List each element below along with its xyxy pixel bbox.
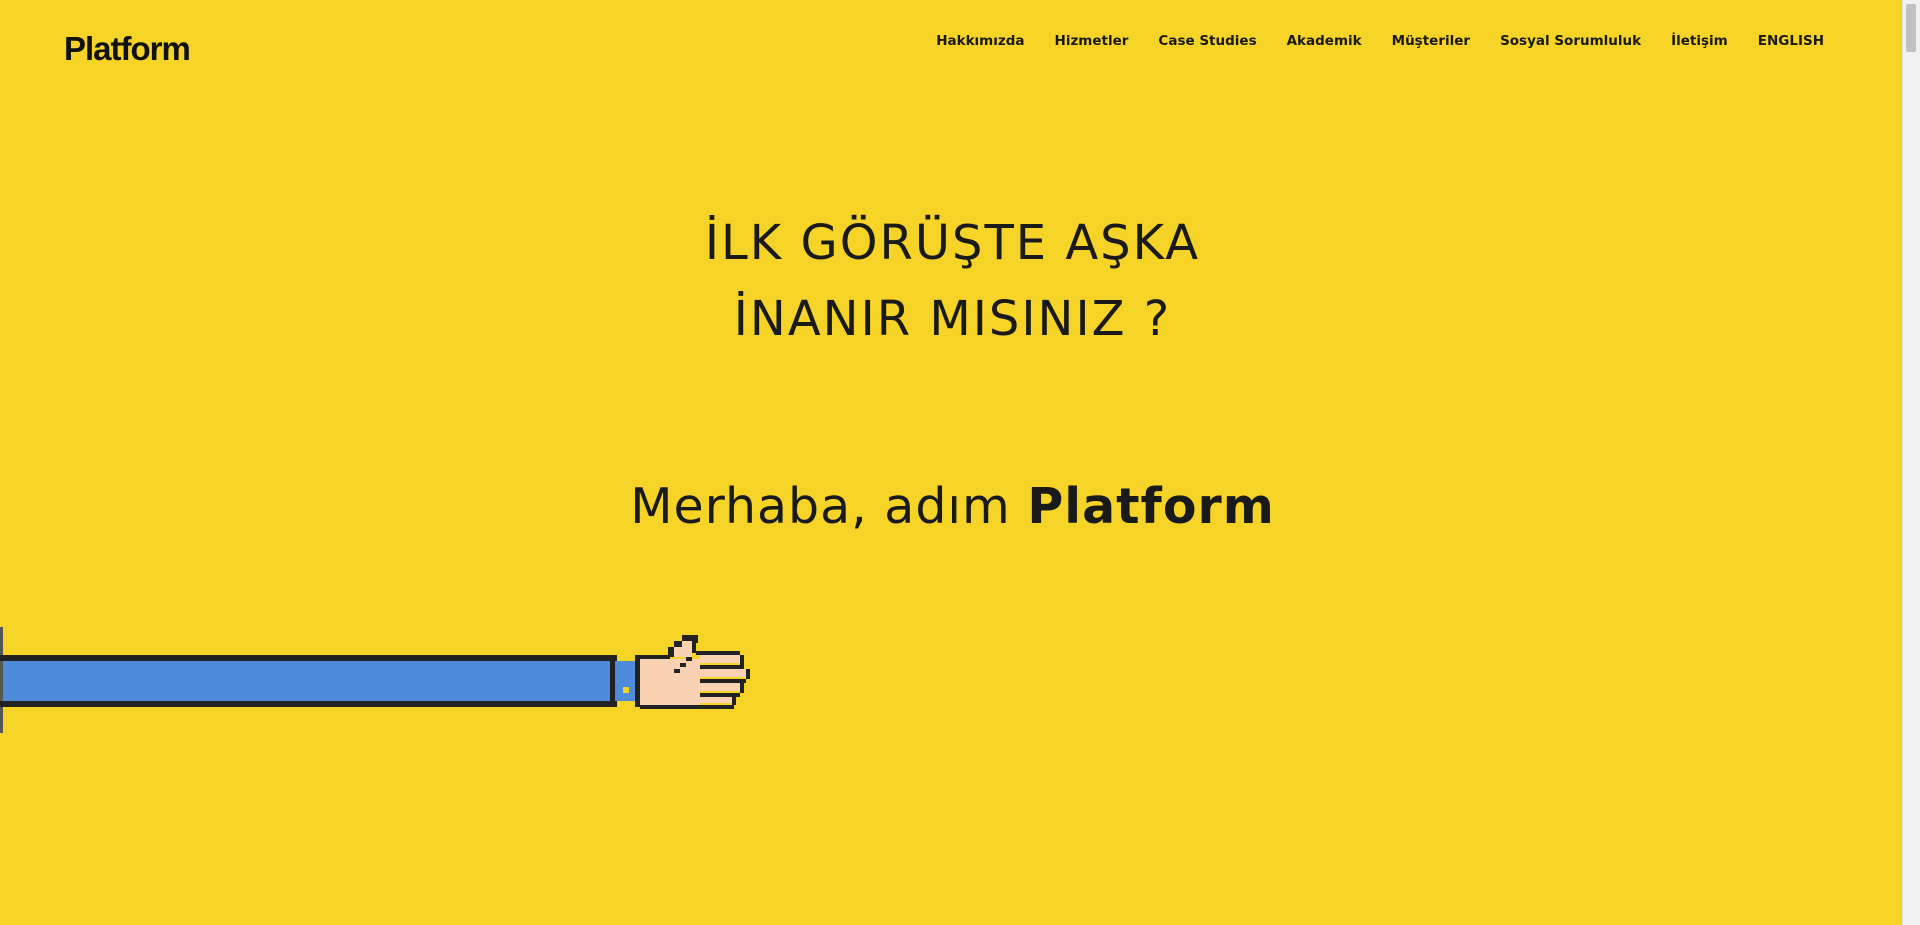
hero-headline: İLK GÖRÜŞTE AŞKA İNANIR MISINIZ ? <box>0 205 1905 357</box>
hero-line-1: İLK GÖRÜŞTE AŞKA <box>704 215 1201 271</box>
nav-item-akademik[interactable]: Akademik <box>1287 33 1362 49</box>
page: Platform Hakkımızda Hizmetler Case Studi… <box>0 0 1920 925</box>
hero-greeting: Merhaba, adım Platform <box>0 478 1905 535</box>
page-scrollbar[interactable] <box>1902 0 1920 925</box>
greeting-prefix: Merhaba, adım <box>630 478 1028 535</box>
main-nav: Hakkımızda Hizmetler Case Studies Akadem… <box>906 33 1824 49</box>
greeting-name: Platform <box>1027 478 1275 535</box>
nav-item-hizmetler[interactable]: Hizmetler <box>1055 33 1129 49</box>
pixel-hand-arm-icon <box>0 627 750 733</box>
logo[interactable]: Platform <box>64 30 191 68</box>
nav-item-case-studies[interactable]: Case Studies <box>1158 33 1256 49</box>
nav-item-iletisim[interactable]: İletişim <box>1671 33 1728 49</box>
nav-item-musteriler[interactable]: Müşteriler <box>1392 33 1470 49</box>
hero-line-2: İNANIR MISINIZ ? <box>733 291 1172 347</box>
nav-item-english[interactable]: ENGLISH <box>1758 33 1824 49</box>
nav-item-hakkimizda[interactable]: Hakkımızda <box>936 33 1024 49</box>
scrollbar-thumb[interactable] <box>1906 4 1916 52</box>
nav-item-sosyal-sorumluluk[interactable]: Sosyal Sorumluluk <box>1500 33 1641 49</box>
